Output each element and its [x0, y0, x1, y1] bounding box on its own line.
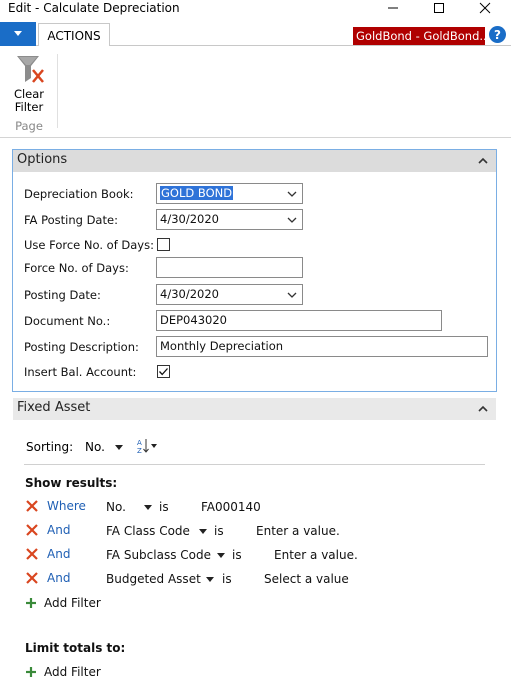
close-button[interactable]	[470, 0, 500, 16]
force-no-of-days-label: Force No. of Days:	[24, 261, 129, 275]
clear-filter-label-line2: Filter	[14, 100, 44, 114]
ribbon-group-label: Page	[15, 119, 43, 133]
plus-icon[interactable]	[25, 666, 37, 678]
insert-bal-account-checkbox[interactable]	[157, 365, 170, 378]
posting-description-label: Posting Description:	[24, 340, 139, 354]
clear-filter-icon	[17, 56, 44, 83]
chevron-down-icon[interactable]	[286, 288, 298, 302]
application-menu-button[interactable]	[0, 22, 36, 46]
chevron-down-icon	[114, 445, 123, 450]
chevron-down-icon[interactable]	[217, 553, 225, 558]
filter-operator: is	[159, 500, 169, 514]
remove-filter-icon[interactable]	[25, 499, 39, 513]
maximize-icon	[434, 3, 444, 13]
filter-value[interactable]: Enter a value.	[274, 548, 358, 562]
fa-posting-date-field[interactable]: 4/30/2020	[156, 209, 303, 230]
posting-description-field[interactable]: Monthly Depreciation	[156, 336, 488, 357]
options-title: Options	[17, 152, 68, 167]
fa-posting-date-value: 4/30/2020	[160, 212, 219, 226]
remove-filter-icon[interactable]	[25, 523, 39, 537]
chevron-down-icon[interactable]	[286, 213, 298, 227]
posting-date-label: Posting Date:	[24, 288, 101, 302]
maximize-button[interactable]	[424, 0, 454, 16]
sorting-value: No.	[85, 440, 105, 454]
ribbon-group-divider	[57, 54, 58, 128]
depreciation-book-value: GOLD BOND	[160, 186, 234, 200]
depreciation-book-field[interactable]: GOLD BOND	[156, 183, 303, 204]
section-divider	[24, 464, 485, 465]
filter-value[interactable]: Select a value	[264, 572, 349, 586]
limit-totals-label: Limit totals to:	[25, 641, 126, 655]
filter-field-dropdown[interactable]: Budgeted Asset	[106, 572, 201, 586]
chevron-down-icon[interactable]	[199, 529, 207, 534]
sort-order-button[interactable]: A Z	[136, 437, 160, 455]
force-no-of-days-field[interactable]	[156, 257, 303, 278]
filter-value[interactable]: Enter a value.	[256, 524, 340, 538]
filter-field-name: No.	[106, 500, 126, 514]
sorting-dropdown[interactable]: No.	[85, 440, 123, 454]
close-icon	[479, 2, 491, 14]
options-header[interactable]: Options	[13, 150, 496, 172]
document-no-value: DEP043020	[160, 313, 227, 327]
depreciation-book-label: Depreciation Book:	[24, 187, 134, 201]
chevron-down-icon[interactable]	[206, 577, 214, 582]
svg-text:Z: Z	[137, 447, 142, 455]
document-no-field[interactable]: DEP043020	[156, 310, 442, 331]
company-badge[interactable]: GoldBond - GoldBond...	[353, 27, 485, 45]
ribbon-body	[0, 46, 511, 138]
posting-date-field[interactable]: 4/30/2020	[156, 284, 303, 305]
checkmark-icon	[159, 368, 168, 376]
use-force-no-of-days-label: Use Force No. of Days:	[24, 238, 154, 252]
minimize-icon	[388, 7, 398, 9]
filter-field-name: FA Class Code	[106, 524, 190, 538]
fixed-asset-header[interactable]: Fixed Asset	[13, 398, 496, 420]
chevron-up-icon[interactable]	[477, 403, 489, 415]
remove-filter-icon[interactable]	[25, 547, 39, 561]
filter-operator: is	[222, 572, 232, 586]
use-force-no-of-days-checkbox[interactable]	[157, 238, 170, 251]
filter-connector[interactable]: And	[47, 523, 70, 537]
chevron-down-icon[interactable]	[286, 187, 298, 201]
filter-field-name: Budgeted Asset	[106, 572, 201, 586]
svg-text:A: A	[137, 439, 142, 447]
insert-bal-account-label: Insert Bal. Account:	[24, 365, 137, 379]
filter-field-dropdown[interactable]: FA Class Code	[106, 524, 190, 538]
filter-field-name: FA Subclass Code	[106, 548, 211, 562]
filter-connector[interactable]: Where	[47, 499, 86, 513]
filter-field-dropdown[interactable]: FA Subclass Code	[106, 548, 211, 562]
posting-description-value: Monthly Depreciation	[160, 339, 284, 353]
chevron-down-icon[interactable]	[144, 505, 152, 510]
filter-connector[interactable]: And	[47, 571, 70, 585]
filter-field-dropdown[interactable]: No.	[106, 500, 126, 514]
filter-operator: is	[232, 548, 242, 562]
az-sort-icon: A Z	[137, 439, 157, 455]
filter-connector[interactable]: And	[47, 547, 70, 561]
clear-filter-label: Clear Filter	[6, 88, 52, 114]
window-title: Edit - Calculate Depreciation	[8, 1, 180, 15]
chevron-down-icon	[14, 31, 22, 36]
document-no-label: Document No.:	[24, 314, 111, 328]
show-results-label: Show results:	[25, 476, 118, 490]
posting-date-value: 4/30/2020	[160, 287, 219, 301]
filter-operator: is	[214, 524, 224, 538]
tab-actions[interactable]: ACTIONS	[38, 23, 110, 47]
plus-icon[interactable]	[25, 597, 37, 609]
help-button[interactable]: ?	[489, 26, 506, 43]
add-filter-button[interactable]: Add Filter	[44, 596, 101, 610]
limit-add-filter-button[interactable]: Add Filter	[44, 665, 101, 679]
minimize-button[interactable]	[378, 0, 408, 16]
sorting-label: Sorting:	[26, 440, 74, 454]
filter-value[interactable]: FA000140	[201, 500, 261, 514]
chevron-up-icon[interactable]	[477, 155, 489, 167]
fixed-asset-title: Fixed Asset	[17, 400, 91, 415]
remove-filter-icon[interactable]	[25, 571, 39, 585]
fa-posting-date-label: FA Posting Date:	[24, 213, 118, 227]
